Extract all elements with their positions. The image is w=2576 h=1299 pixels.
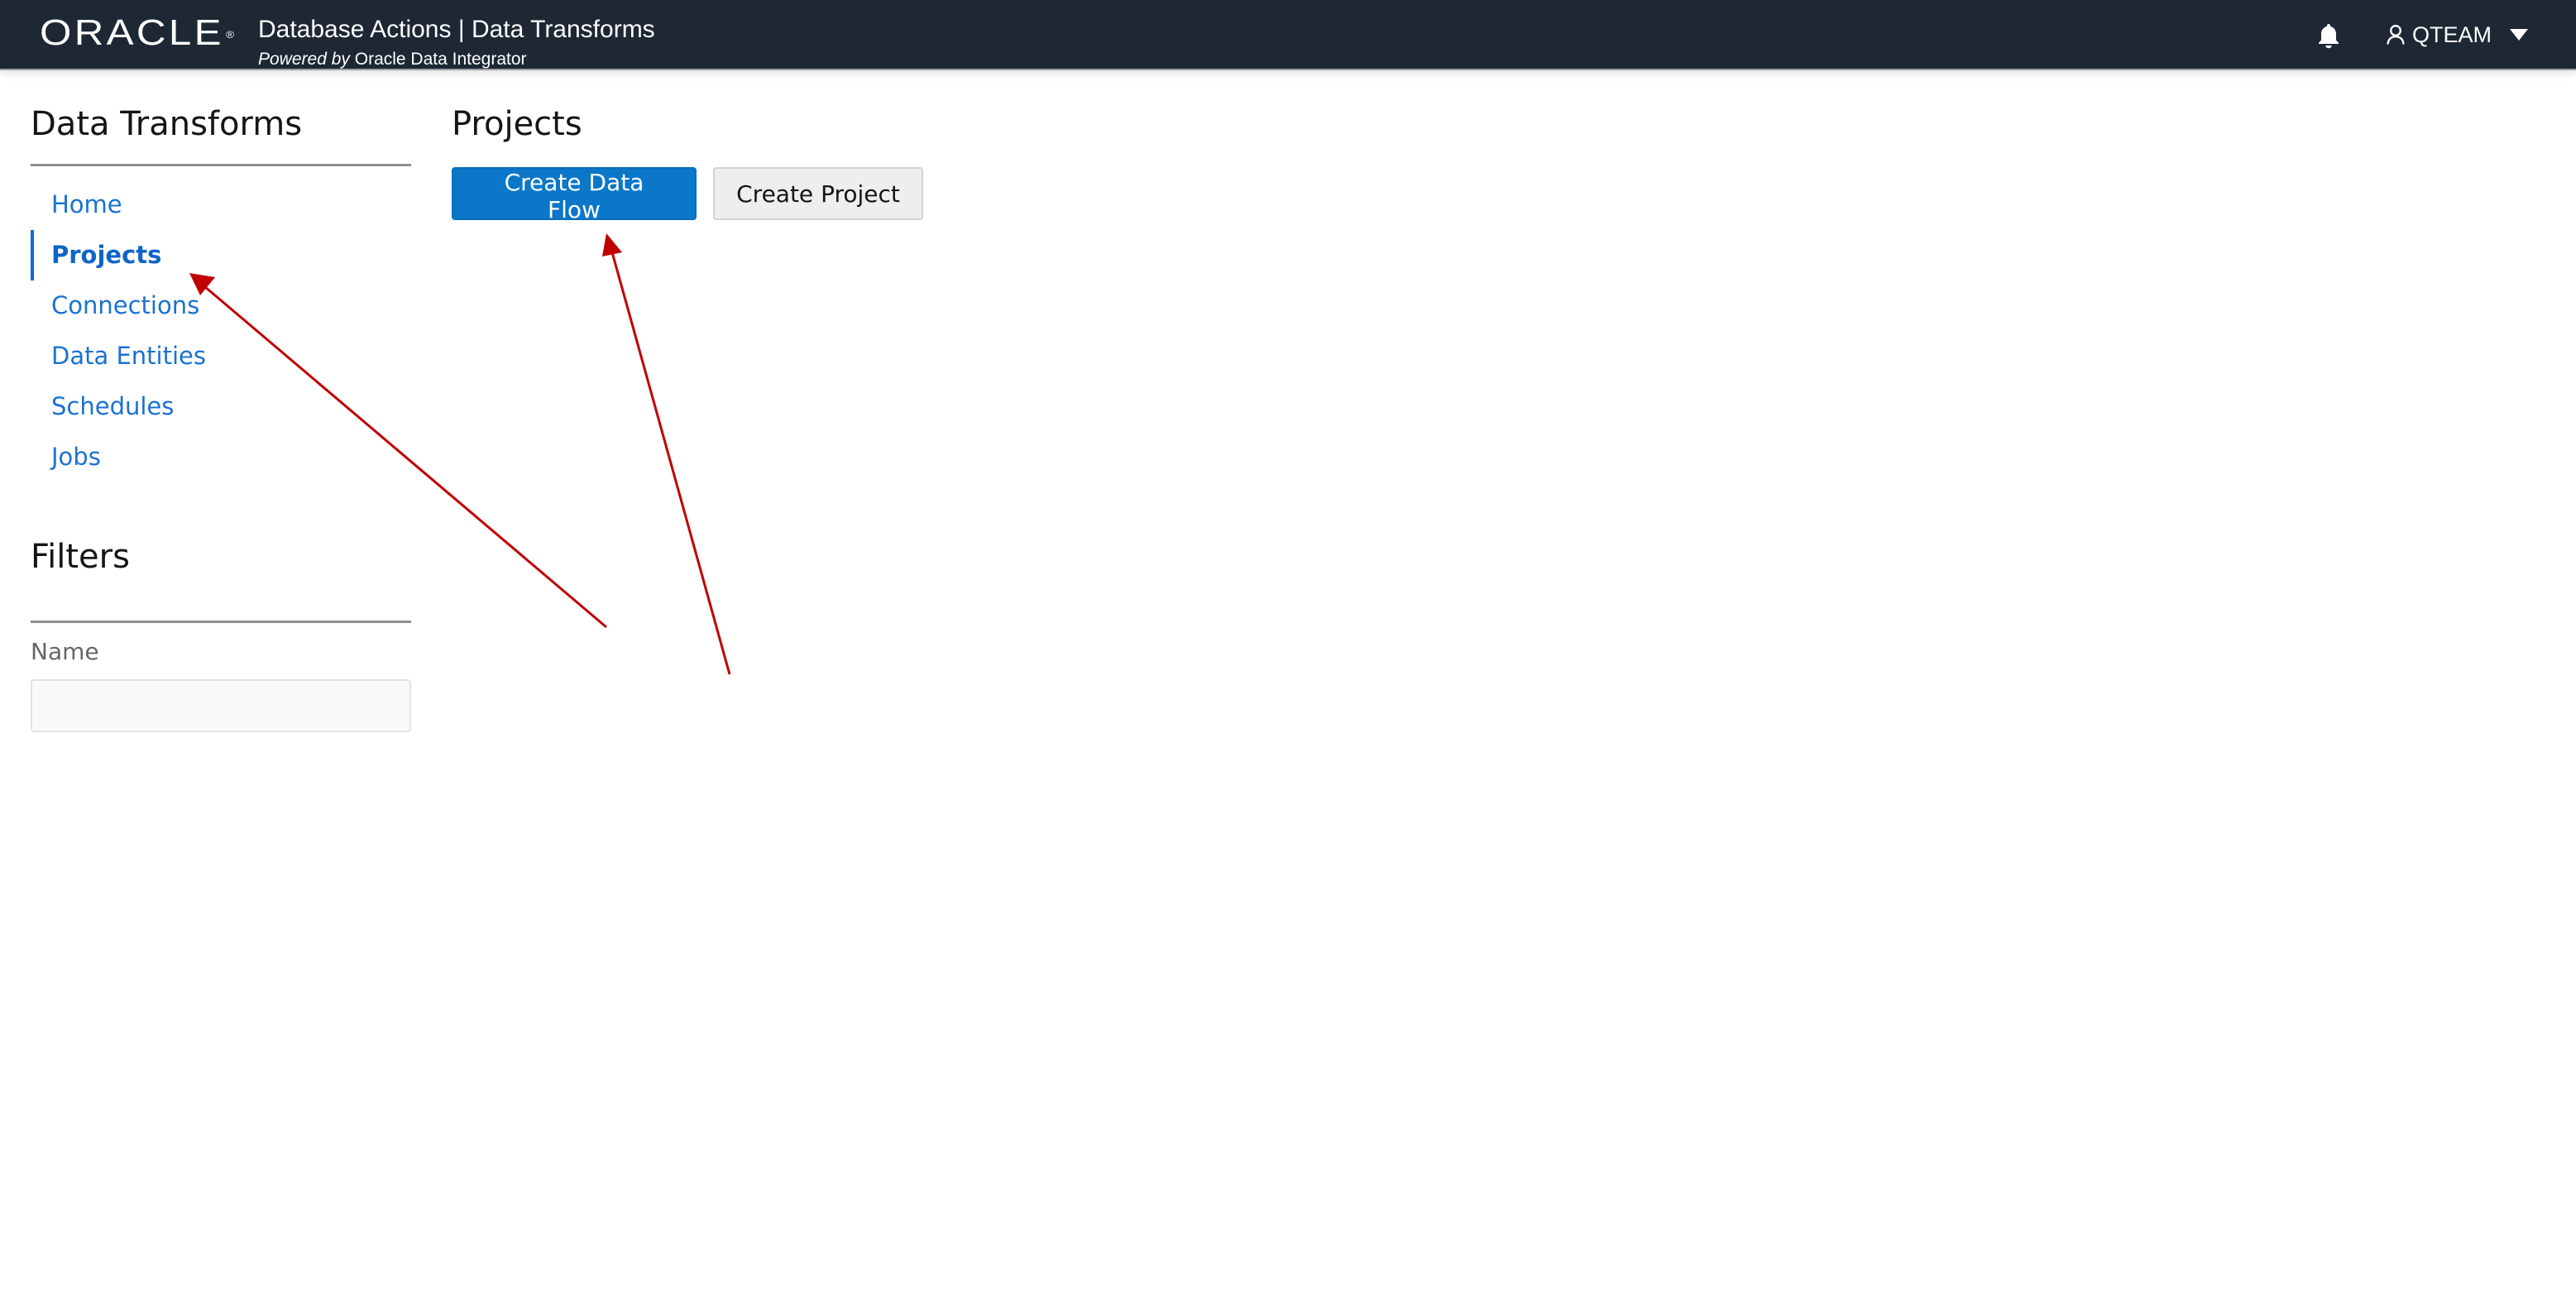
sidebar-item-jobs[interactable]: Jobs: [31, 432, 411, 482]
user-name: QTEAM: [2412, 22, 2492, 47]
action-bar: Create Data Flow Create Project: [452, 167, 923, 223]
caret-down-icon: [2510, 29, 2529, 41]
filters-title: Filters: [31, 538, 130, 576]
powered-product: Oracle Data Integrator: [354, 50, 527, 69]
name-filter-label: Name: [31, 638, 99, 666]
oracle-logo[interactable]: ORACLE ®: [40, 15, 237, 51]
sidebar-divider: [31, 164, 411, 166]
filters-divider: [31, 621, 411, 624]
sidebar: Data Transforms Home Projects Connection…: [31, 91, 411, 733]
main-content: Projects Create Data Flow Create Project: [452, 91, 923, 223]
app-header: ORACLE ® Database Actions | Data Transfor…: [0, 0, 2576, 70]
sidebar-item-home[interactable]: Home: [31, 180, 411, 230]
logo-text: ORACLE: [40, 12, 224, 53]
app-title: Database Actions | Data Transforms: [258, 16, 655, 43]
sidebar-nav: Home Projects Connections Data Entities …: [31, 180, 411, 482]
sidebar-item-data-entities[interactable]: Data Entities: [31, 331, 411, 381]
registered-mark: ®: [226, 29, 237, 41]
sidebar-title: Data Transforms: [31, 105, 303, 143]
user-icon: [2387, 25, 2405, 45]
powered-by: Powered by Oracle Data Integrator: [258, 50, 527, 70]
sidebar-item-connections[interactable]: Connections: [31, 280, 411, 331]
page-title: Projects: [452, 105, 582, 143]
name-filter-input[interactable]: [31, 679, 411, 733]
sidebar-item-projects[interactable]: Projects: [31, 230, 411, 280]
arrow-line: [610, 252, 731, 675]
sidebar-item-schedules[interactable]: Schedules: [31, 381, 411, 432]
create-project-button[interactable]: Create Project: [713, 167, 923, 220]
create-data-flow-button[interactable]: Create Data Flow: [452, 167, 697, 223]
bell-icon[interactable]: [2314, 22, 2344, 51]
powered-prefix: Powered by: [258, 50, 350, 69]
user-menu[interactable]: QTEAM: [2386, 18, 2529, 51]
annotation-arrow-create-data-flow: [602, 233, 731, 675]
arrow-head: [602, 233, 622, 256]
